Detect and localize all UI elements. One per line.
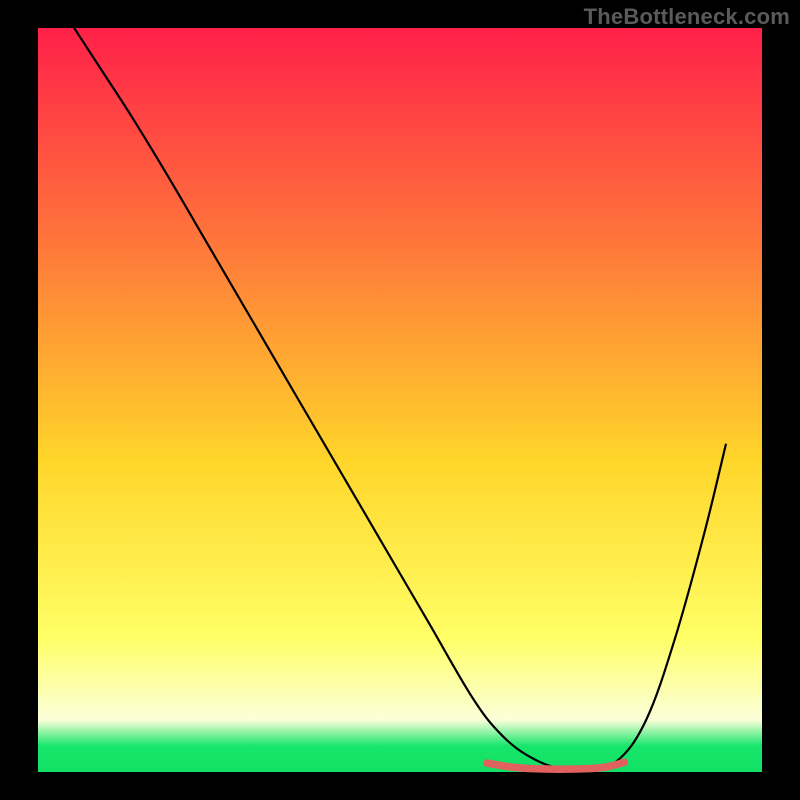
chart-svg	[0, 0, 800, 800]
chart-frame: TheBottleneck.com	[0, 0, 800, 800]
watermark-text: TheBottleneck.com	[584, 4, 790, 30]
